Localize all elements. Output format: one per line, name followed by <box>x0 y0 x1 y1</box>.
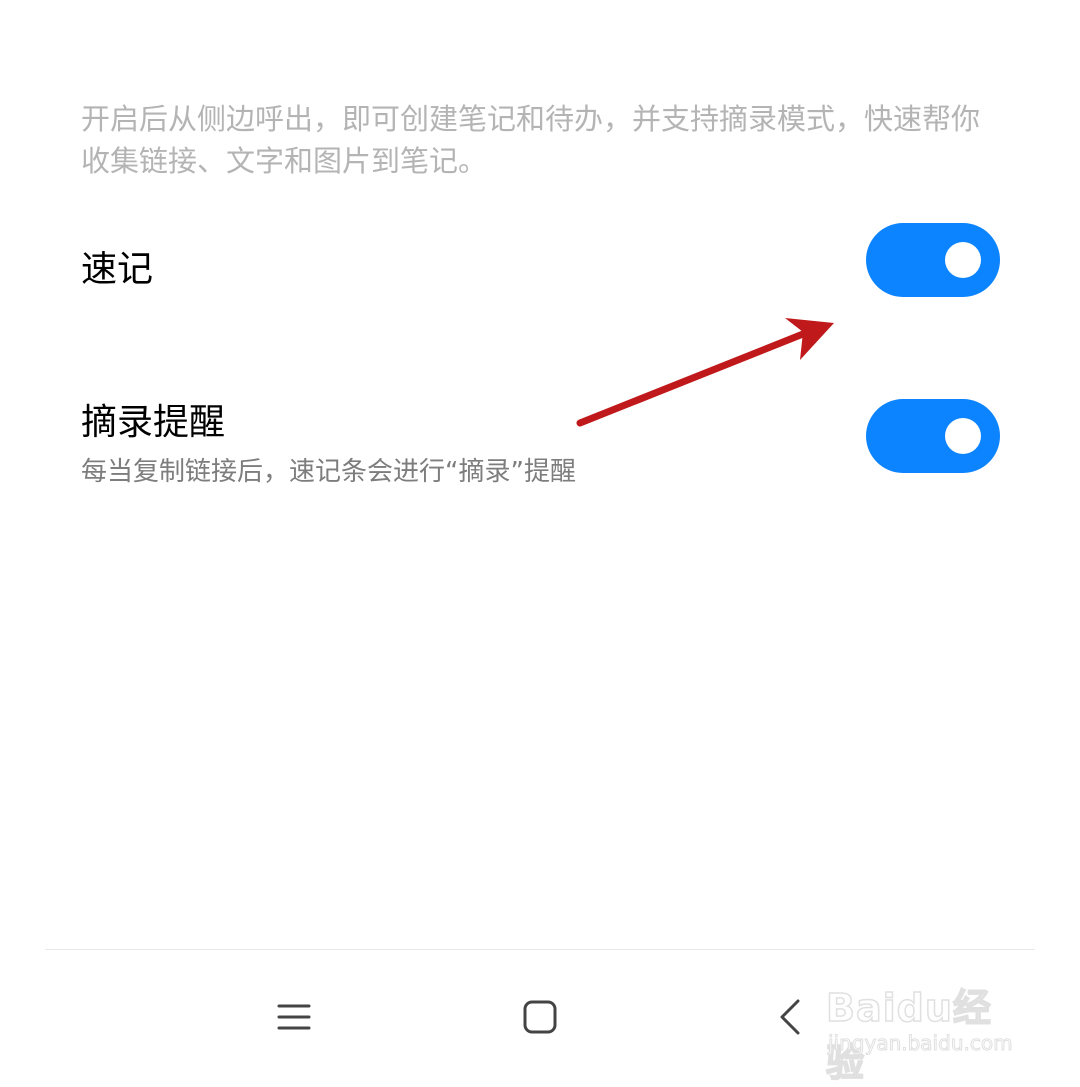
setting-subtitle-excerpt-reminder: 每当复制链接后，速记条会进行“摘录”提醒 <box>81 457 576 487</box>
back-button[interactable] <box>750 985 830 1049</box>
home-button[interactable] <box>500 985 580 1049</box>
menu-icon <box>277 1004 311 1030</box>
setting-title-excerpt-reminder: 摘录提醒 <box>81 402 226 443</box>
watermark-url: jingyan.baidu.com <box>828 1031 1014 1056</box>
excerpt-reminder-toggle[interactable] <box>866 399 1000 473</box>
quick-notes-toggle[interactable] <box>866 223 1000 297</box>
navbar-divider <box>45 949 1035 950</box>
back-icon <box>780 999 800 1035</box>
menu-button[interactable] <box>254 985 334 1049</box>
baidu-watermark: Baidu经验 jingyan.baidu.com <box>825 963 1026 1086</box>
toggle-knob <box>945 418 981 454</box>
toggle-knob <box>945 242 981 278</box>
feature-description: 开启后从侧边呼出，即可创建笔记和待办，并支持摘录模式，快速帮你收集链接、文字和图… <box>81 102 981 178</box>
setting-title-quick-notes: 速记 <box>81 249 154 290</box>
home-icon <box>523 1000 557 1034</box>
